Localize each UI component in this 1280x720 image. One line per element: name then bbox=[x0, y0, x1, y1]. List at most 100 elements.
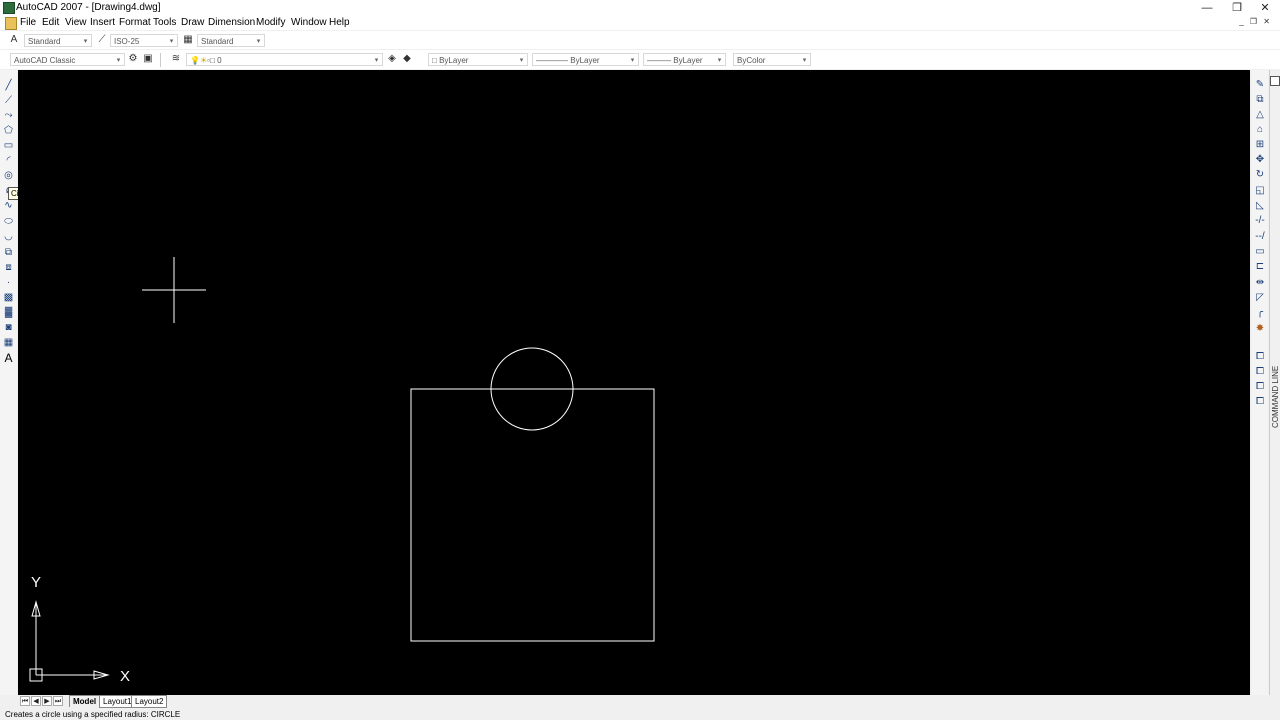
hatch-icon[interactable]: ▩ bbox=[2, 291, 15, 304]
chevron-down-icon: ▾ bbox=[256, 38, 261, 45]
copy-icon[interactable]: ⧉ bbox=[1253, 93, 1267, 106]
tab-layout1[interactable]: Layout1 bbox=[99, 695, 136, 708]
autocad-app-icon[interactable] bbox=[3, 2, 15, 14]
rectangle-icon[interactable]: ▭ bbox=[2, 139, 15, 152]
draworder-above-icon[interactable]: ⧠ bbox=[1253, 380, 1267, 393]
chevron-down-icon: ▾ bbox=[519, 57, 524, 64]
join-icon[interactable]: ⇹ bbox=[1253, 276, 1267, 289]
rotate-icon[interactable]: ↻ bbox=[1253, 168, 1267, 181]
spline-icon[interactable]: ∿ bbox=[2, 199, 15, 212]
text-style-value: Standard bbox=[28, 37, 61, 46]
text-style-select[interactable]: Standard ▾ bbox=[24, 34, 92, 47]
layer-manager-icon[interactable]: ≋ bbox=[170, 53, 182, 65]
text-style-icon[interactable]: A bbox=[8, 34, 20, 46]
document-icon[interactable] bbox=[5, 17, 17, 30]
offset-icon[interactable]: ⌂ bbox=[1253, 123, 1267, 136]
fillet-icon[interactable]: ╭ bbox=[1253, 306, 1267, 319]
tab-model[interactable]: Model bbox=[69, 695, 101, 707]
menu-draw[interactable]: Draw bbox=[181, 17, 204, 28]
trim-icon[interactable]: -/- bbox=[1253, 214, 1267, 227]
linetype-select[interactable]: ———— ByLayer ▾ bbox=[532, 53, 639, 66]
status-text: Creates a circle using a specified radiu… bbox=[5, 710, 181, 719]
menu-view[interactable]: View bbox=[65, 17, 87, 28]
drawn-rectangle[interactable] bbox=[410, 388, 655, 642]
dim-style-select[interactable]: ISO-25 ▾ bbox=[110, 34, 178, 47]
ellipse-icon[interactable]: ⬭ bbox=[2, 215, 15, 228]
tab-layout2[interactable]: Layout2 bbox=[131, 695, 168, 708]
line-sample-icon: ———— bbox=[536, 56, 568, 65]
command-line-label: COMMAND LINE bbox=[1271, 365, 1280, 428]
first-tab-icon[interactable]: ⏮ bbox=[20, 696, 30, 706]
polygon-icon[interactable]: ⬠ bbox=[2, 124, 15, 137]
color-select[interactable]: □ ByLayer ▾ bbox=[428, 53, 528, 66]
menu-insert[interactable]: Insert bbox=[90, 17, 115, 28]
plotstyle-select[interactable]: ByColor ▾ bbox=[733, 53, 811, 66]
region-icon[interactable]: ◙ bbox=[2, 321, 15, 334]
lineweight-select[interactable]: ——— ByLayer ▾ bbox=[643, 53, 726, 66]
menu-tools[interactable]: Tools bbox=[153, 17, 176, 28]
drawing-canvas[interactable]: Y X bbox=[18, 70, 1250, 695]
toolbar-separator bbox=[160, 53, 161, 67]
draworder-back-icon[interactable]: ⧠ bbox=[1253, 365, 1267, 378]
make-object-layer-current-icon[interactable]: ◈ bbox=[386, 53, 398, 65]
prev-tab-icon[interactable]: ◀ bbox=[31, 696, 41, 706]
mirror-icon[interactable]: △ bbox=[1253, 108, 1267, 121]
color-swatch-icon: □ bbox=[209, 56, 215, 65]
plotstyle-value: ByColor bbox=[737, 56, 766, 65]
menu-file[interactable]: File bbox=[20, 17, 36, 28]
extend-icon[interactable]: --/ bbox=[1253, 230, 1267, 243]
menu-window[interactable]: Window bbox=[291, 17, 327, 28]
point-icon[interactable]: · bbox=[2, 276, 15, 289]
chevron-down-icon: ▾ bbox=[83, 38, 88, 45]
erase-icon[interactable]: ✎ bbox=[1253, 78, 1267, 91]
color-swatch-icon: □ bbox=[432, 56, 437, 65]
construction-line-icon[interactable]: ⟋ bbox=[2, 94, 15, 107]
break-icon[interactable]: ⊏ bbox=[1253, 260, 1267, 273]
ucs-y-label: Y bbox=[31, 574, 41, 591]
workspace-settings-icon[interactable]: ⚙ bbox=[127, 53, 139, 65]
chevron-down-icon: ▾ bbox=[717, 57, 722, 64]
menu-format[interactable]: Format bbox=[119, 17, 151, 28]
make-block-icon[interactable]: ⧈ bbox=[2, 261, 15, 274]
stretch-icon[interactable]: ◺ bbox=[1253, 199, 1267, 212]
line-icon[interactable]: ╱ bbox=[2, 79, 15, 92]
restore-button[interactable]: ❐ bbox=[1222, 0, 1252, 16]
break-at-point-icon[interactable]: ▭ bbox=[1253, 245, 1267, 258]
menu-help[interactable]: Help bbox=[329, 17, 350, 28]
draworder-front-icon[interactable]: ⧠ bbox=[1253, 350, 1267, 363]
dim-style-icon[interactable]: ⟋ bbox=[96, 34, 108, 46]
drawing-svg: Y X bbox=[29, 257, 655, 685]
workspace-select[interactable]: AutoCAD Classic ▾ bbox=[10, 53, 125, 66]
menu-modify[interactable]: Modify bbox=[256, 17, 285, 28]
table-icon[interactable]: ▦ bbox=[2, 336, 15, 349]
array-icon[interactable]: ⊞ bbox=[1253, 138, 1267, 151]
multiline-text-icon[interactable]: A bbox=[2, 352, 15, 365]
line-sample-icon: ——— bbox=[647, 56, 671, 65]
close-button[interactable]: ✕ bbox=[1250, 0, 1280, 16]
table-style-select[interactable]: Standard ▾ bbox=[197, 34, 265, 47]
ellipse-arc-icon[interactable]: ◡ bbox=[2, 230, 15, 243]
minimize-button[interactable]: — bbox=[1192, 0, 1222, 16]
polyline-icon[interactable]: ⤳ bbox=[2, 109, 15, 122]
last-tab-icon[interactable]: ⏭ bbox=[53, 696, 63, 706]
mdi-window-controls[interactable]: _ ❐ ✕ bbox=[1239, 17, 1272, 26]
circle-icon[interactable]: ◎ bbox=[2, 169, 15, 182]
menu-edit[interactable]: Edit bbox=[42, 17, 59, 28]
next-tab-icon[interactable]: ▶ bbox=[42, 696, 52, 706]
insert-block-icon[interactable]: ⧉ bbox=[2, 246, 15, 259]
ucs-x-label: X bbox=[120, 668, 130, 685]
move-icon[interactable]: ✥ bbox=[1253, 153, 1267, 166]
table-style-icon[interactable]: ▦ bbox=[182, 34, 194, 46]
arc-icon[interactable]: ◜ bbox=[2, 154, 15, 167]
layer-previous-icon[interactable]: ◆ bbox=[401, 53, 413, 65]
dim-style-value: ISO-25 bbox=[114, 37, 140, 46]
menu-dimension[interactable]: Dimension bbox=[208, 17, 255, 28]
draworder-under-icon[interactable]: ⧠ bbox=[1253, 395, 1267, 408]
workspace-save-icon[interactable]: ▣ bbox=[142, 53, 154, 65]
gradient-icon[interactable]: ▓ bbox=[2, 306, 15, 319]
explode-icon[interactable]: ✸ bbox=[1253, 322, 1267, 335]
scale-icon[interactable]: ◱ bbox=[1253, 184, 1267, 197]
command-line-dock-icon[interactable] bbox=[1270, 76, 1280, 86]
layer-select[interactable]: 💡☀▫□ 0 ▾ bbox=[186, 53, 383, 66]
chamfer-icon[interactable]: ◸ bbox=[1253, 291, 1267, 304]
